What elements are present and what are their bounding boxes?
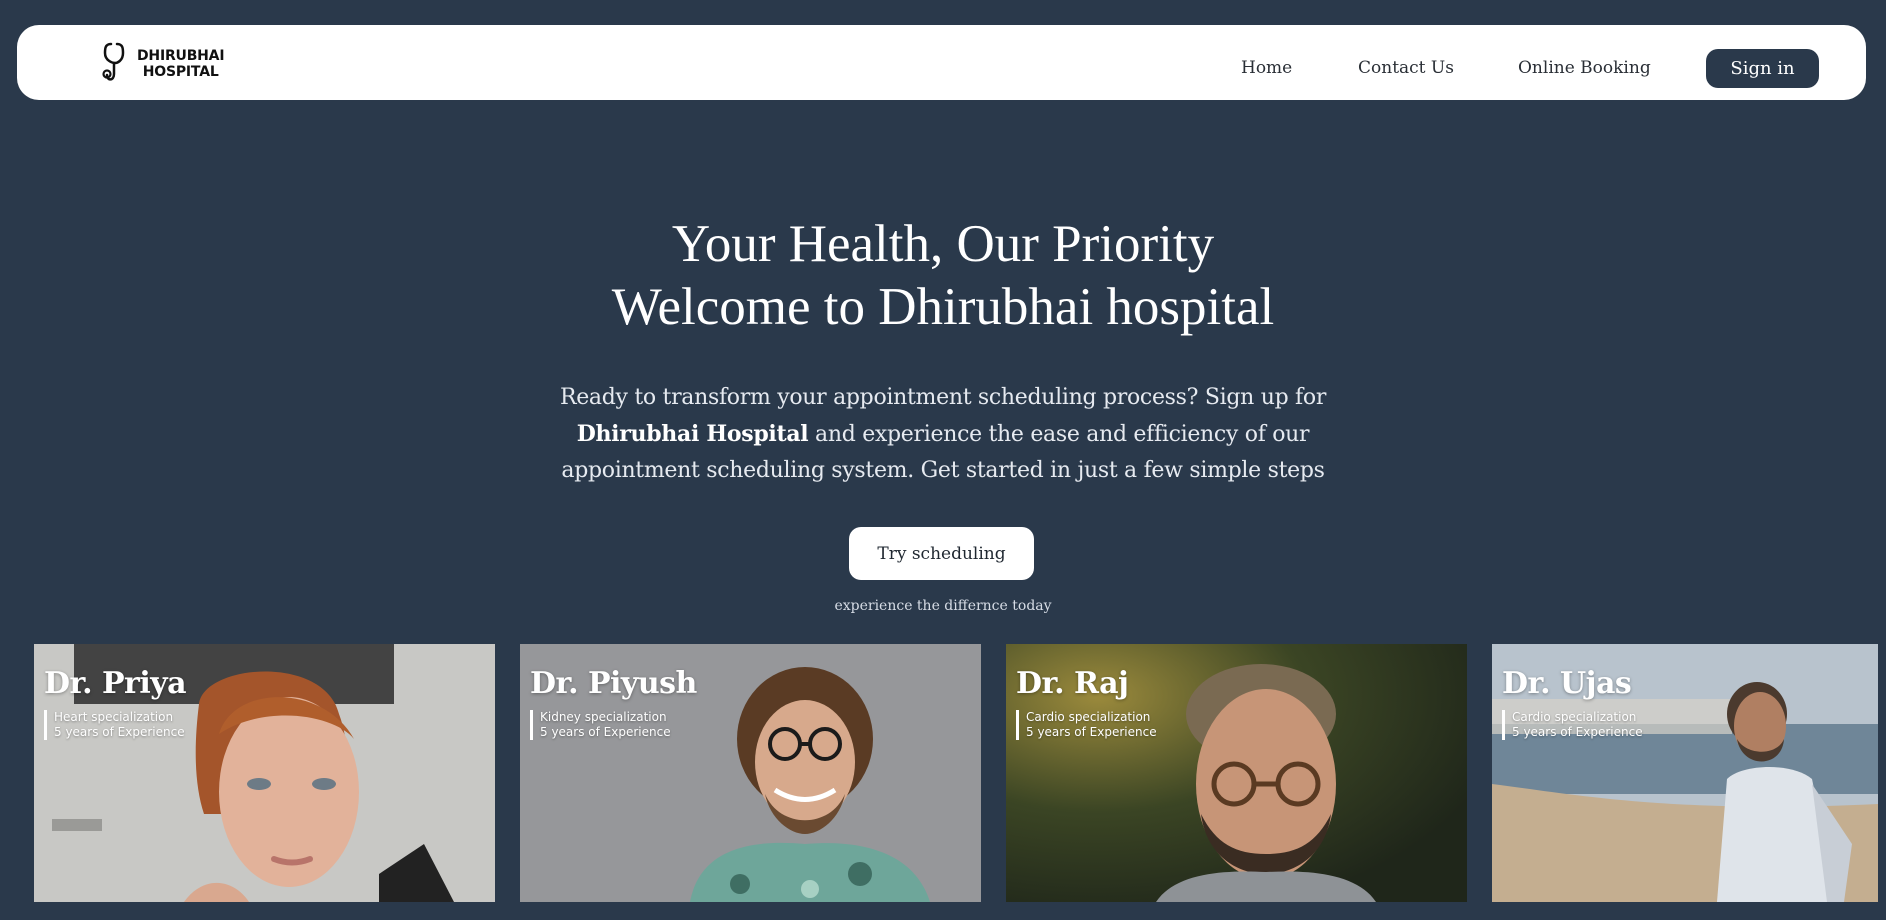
doctor-name: Dr. Piyush bbox=[530, 666, 697, 701]
doctor-name: Dr. Ujas bbox=[1502, 666, 1632, 701]
nav-booking-link[interactable]: Online Booking bbox=[1518, 58, 1651, 78]
doctor-specialization: Cardio specialization bbox=[1026, 710, 1151, 724]
logo-text: DHIRUBHAI HOSPITAL bbox=[137, 48, 225, 80]
logo-line-2: HOSPITAL bbox=[142, 64, 219, 80]
doctor-experience: 5 years of Experience bbox=[54, 725, 185, 739]
doctor-experience: 5 years of Experience bbox=[1512, 725, 1643, 739]
hero-description: Ready to transform your appointment sche… bbox=[510, 380, 1376, 489]
hero-title-line-1: Your Health, Our Priority bbox=[671, 215, 1215, 273]
doctor-name: Dr. Priya bbox=[44, 666, 187, 701]
hero-title-line-2: Welcome to Dhirubhai hospital bbox=[611, 278, 1275, 336]
hero-desc-bold: Dhirubhai Hospital bbox=[576, 421, 809, 447]
doctor-card-priya[interactable]: Dr. Priya Heart specialization 5 years o… bbox=[34, 644, 495, 902]
doctor-meta: Cardio specialization 5 years of Experie… bbox=[1016, 710, 1157, 740]
doctor-card-piyush[interactable]: Dr. Piyush Kidney specialization 5 years… bbox=[520, 644, 981, 902]
logo-line-1: DHIRUBHAI bbox=[137, 48, 225, 64]
hero-desc-part-1: Ready to transform your appointment sche… bbox=[559, 385, 1327, 410]
top-navbar: DHIRUBHAI HOSPITAL Home Contact Us Onlin… bbox=[17, 25, 1866, 100]
doctor-card-raj[interactable]: Dr. Raj Cardio specialization 5 years of… bbox=[1006, 644, 1467, 902]
nav-contact-link[interactable]: Contact Us bbox=[1358, 58, 1454, 78]
sign-in-button[interactable]: Sign in bbox=[1706, 49, 1819, 88]
stethoscope-icon bbox=[102, 42, 125, 81]
hero-title: Your Health, Our Priority Welcome to Dhi… bbox=[0, 213, 1886, 339]
doctor-specialization: Heart specialization bbox=[54, 710, 174, 724]
try-scheduling-button[interactable]: Try scheduling bbox=[849, 527, 1034, 580]
doctor-card-ujas[interactable]: Dr. Ujas Cardio specialization 5 years o… bbox=[1492, 644, 1878, 902]
doctor-experience: 5 years of Experience bbox=[540, 725, 671, 739]
doctor-experience: 5 years of Experience bbox=[1026, 725, 1157, 739]
cta-caption: experience the differnce today bbox=[834, 598, 1052, 614]
doctor-specialization: Kidney specialization bbox=[540, 710, 667, 724]
doctor-meta: Heart specialization 5 years of Experien… bbox=[44, 710, 185, 740]
doctor-meta: Cardio specialization 5 years of Experie… bbox=[1502, 710, 1643, 740]
doctor-meta: Kidney specialization 5 years of Experie… bbox=[530, 710, 671, 740]
doctor-specialization: Cardio specialization bbox=[1512, 710, 1637, 724]
nav-home-link[interactable]: Home bbox=[1241, 58, 1292, 78]
doctor-name: Dr. Raj bbox=[1016, 666, 1129, 701]
hospital-logo[interactable]: DHIRUBHAI HOSPITAL bbox=[85, 41, 225, 85]
